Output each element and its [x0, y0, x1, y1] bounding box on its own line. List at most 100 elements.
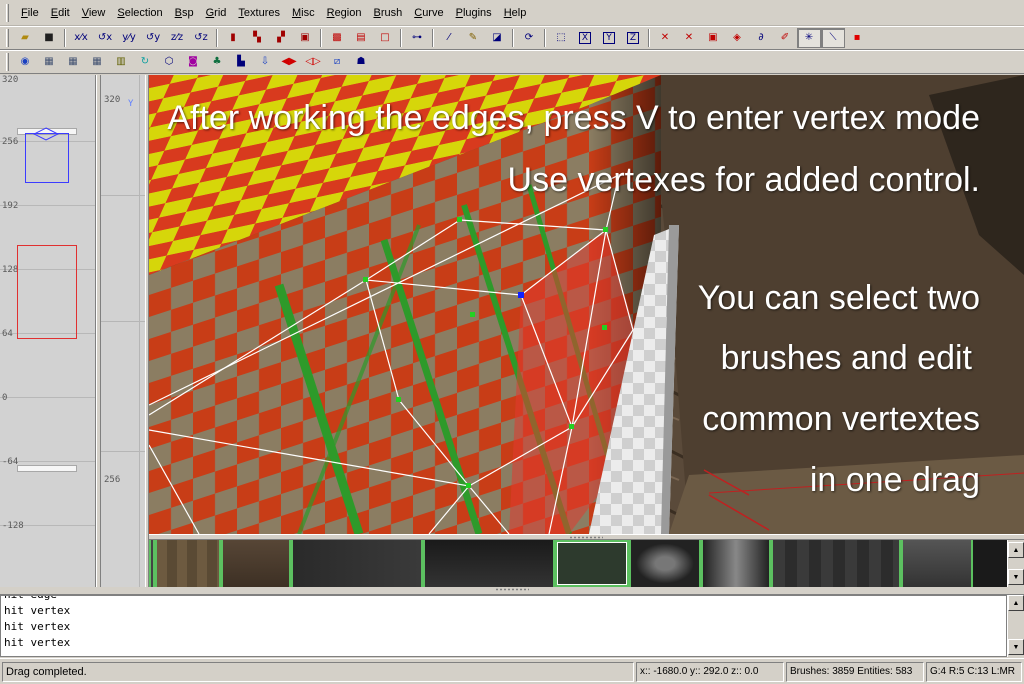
plugin-blue-box-button[interactable]: ⧄ [325, 52, 349, 72]
plugin-mirror-b-button[interactable]: ◁▷ [301, 52, 325, 72]
show-curves-button[interactable]: ✕ [677, 28, 701, 48]
csg-subtract-button[interactable]: ▩ [325, 28, 349, 48]
show-models-button[interactable]: ✕ [653, 28, 677, 48]
menu-grip[interactable] [6, 3, 9, 22]
grip-dots [569, 536, 603, 539]
drill-button[interactable]: ✐ [773, 28, 797, 48]
view-y-button[interactable]: Y [597, 28, 621, 48]
menu-view[interactable]: View [76, 5, 112, 21]
plugin-tree-button[interactable]: ♣ [205, 52, 229, 72]
texture-thumbnail-selected[interactable] [555, 540, 629, 587]
texture-thumbnail[interactable] [901, 540, 973, 587]
camera-view[interactable]: After working the edges, press V to ente… [149, 75, 1024, 534]
plugin-book-button[interactable]: ▥ [109, 52, 133, 72]
toolbar-separator [320, 29, 322, 47]
csg-merge-button[interactable]: ▤ [349, 28, 373, 48]
plugin-hexagon-button[interactable]: ⬡ [157, 52, 181, 72]
menu-edit[interactable]: Edit [45, 5, 76, 21]
csg-subtract-icon: ▩ [332, 32, 342, 43]
menu-brush[interactable]: Brush [367, 5, 408, 21]
plugin-red-button[interactable]: ▪ [845, 28, 869, 48]
texture-thumbnail[interactable] [629, 540, 701, 587]
z-view[interactable]: 320 256 192 128 64 0 -64 -128 [0, 75, 96, 587]
menu-region[interactable]: Region [321, 5, 368, 21]
clipper-button[interactable]: ⊶ [405, 28, 429, 48]
texture-thumbnail[interactable] [701, 540, 771, 587]
entity-button[interactable]: ▣ [701, 28, 725, 48]
ortho-view[interactable]: 320 Y 256 [101, 75, 146, 587]
plugin-purple-button[interactable]: ◙ [181, 52, 205, 72]
menu-bar: File Edit View Selection Bsp Grid Textur… [0, 0, 1024, 26]
plugin-train-button[interactable]: ▙ [229, 52, 253, 72]
menu-help[interactable]: Help [498, 5, 533, 21]
overlay-text-line: After working the edges, press V to ente… [167, 99, 980, 137]
console-output[interactable]: hit edge hit vertex hit vertex hit verte… [0, 595, 1007, 657]
rotate-x-button[interactable]: ↺x [93, 28, 117, 48]
plugin-grid-a-button[interactable]: ▦ [37, 52, 61, 72]
console-line: hit vertex [4, 604, 71, 617]
menu-file[interactable]: File [15, 5, 45, 21]
texture-thumbnail[interactable] [291, 540, 423, 587]
scroll-up-icon[interactable]: ▲ [1008, 595, 1024, 611]
patch-mode-button[interactable]: ∂ [749, 28, 773, 48]
cubic-clip-button[interactable]: ◪ [485, 28, 509, 48]
plugin-mirror-a-button[interactable]: ◀▶ [277, 52, 301, 72]
flip-y-button[interactable]: y⁄y [117, 28, 141, 48]
vertex-mode-button[interactable]: ✳ [797, 28, 821, 48]
plugin-globe-button[interactable]: ◉ [13, 52, 37, 72]
view-toggle-button[interactable]: ⬚ [549, 28, 573, 48]
plugin-refresh-button[interactable]: ↻ [133, 52, 157, 72]
console-splitter[interactable] [0, 587, 1024, 595]
toolbar-separator [544, 29, 546, 47]
edge-mode-button[interactable]: ⟍ [821, 28, 845, 48]
hollow-button[interactable]: □ [373, 28, 397, 48]
book-icon: ▥ [116, 56, 126, 67]
lighting-button[interactable]: ◈ [725, 28, 749, 48]
menu-curve[interactable]: Curve [408, 5, 449, 21]
view-x-button[interactable]: X [573, 28, 597, 48]
menu-plugins[interactable]: Plugins [450, 5, 498, 21]
texture-scrollbar[interactable]: ▲ ▼ [1007, 540, 1024, 587]
change-view-button[interactable]: ⁄ [437, 28, 461, 48]
change-view-icon: ⁄ [448, 32, 450, 43]
texture-thumbnail[interactable] [771, 540, 901, 587]
texture-thumbnail[interactable] [155, 540, 221, 587]
plugin-people-button[interactable]: ☗ [349, 52, 373, 72]
rotate-y-button[interactable]: ↺y [141, 28, 165, 48]
texture-thumbnail[interactable] [423, 540, 555, 587]
flip-x-button[interactable]: x⁄x [69, 28, 93, 48]
menu-textures[interactable]: Textures [232, 5, 286, 21]
flip-z-button[interactable]: z⁄z [165, 28, 189, 48]
scroll-down-icon[interactable]: ▼ [1008, 569, 1024, 585]
select-touching-button[interactable]: ▚ [245, 28, 269, 48]
open-button[interactable]: ▰ [13, 28, 37, 48]
select-partial-tall-button[interactable]: ▞ [269, 28, 293, 48]
console-line: hit vertex [4, 620, 71, 633]
select-inside-button[interactable]: ▣ [293, 28, 317, 48]
plugin-grid-b-button[interactable]: ▦ [61, 52, 85, 72]
menu-misc[interactable]: Misc [286, 5, 321, 21]
texture-browser[interactable] [149, 540, 1007, 587]
z-label: 64 [2, 329, 13, 339]
globe-icon: ◉ [20, 56, 30, 67]
ortho-label: 256 [104, 475, 121, 485]
save-button[interactable]: ■ [37, 28, 61, 48]
toolbar-grip[interactable] [6, 29, 9, 47]
texture-lock-button[interactable]: ✎ [461, 28, 485, 48]
menu-bsp[interactable]: Bsp [169, 5, 200, 21]
z-brush-region[interactable] [17, 245, 77, 339]
scroll-up-icon[interactable]: ▲ [1008, 542, 1024, 558]
texture-thumbnail[interactable] [221, 540, 291, 587]
scroll-down-icon[interactable]: ▼ [1008, 639, 1024, 655]
console-scrollbar[interactable]: ▲ ▼ [1007, 595, 1024, 657]
camera-button[interactable]: ⟳ [517, 28, 541, 48]
view-z-button[interactable]: Z [621, 28, 645, 48]
flip-y-icon: y⁄y [122, 32, 136, 43]
menu-grid[interactable]: Grid [200, 5, 233, 21]
menu-selection[interactable]: Selection [111, 5, 168, 21]
rotate-z-button[interactable]: ↺z [189, 28, 213, 48]
toolbar-grip[interactable] [6, 53, 9, 71]
select-complete-tall-button[interactable]: ▮ [221, 28, 245, 48]
plugin-grid-c-button[interactable]: ▦ [85, 52, 109, 72]
plugin-arrow-down-button[interactable]: ⇩ [253, 52, 277, 72]
